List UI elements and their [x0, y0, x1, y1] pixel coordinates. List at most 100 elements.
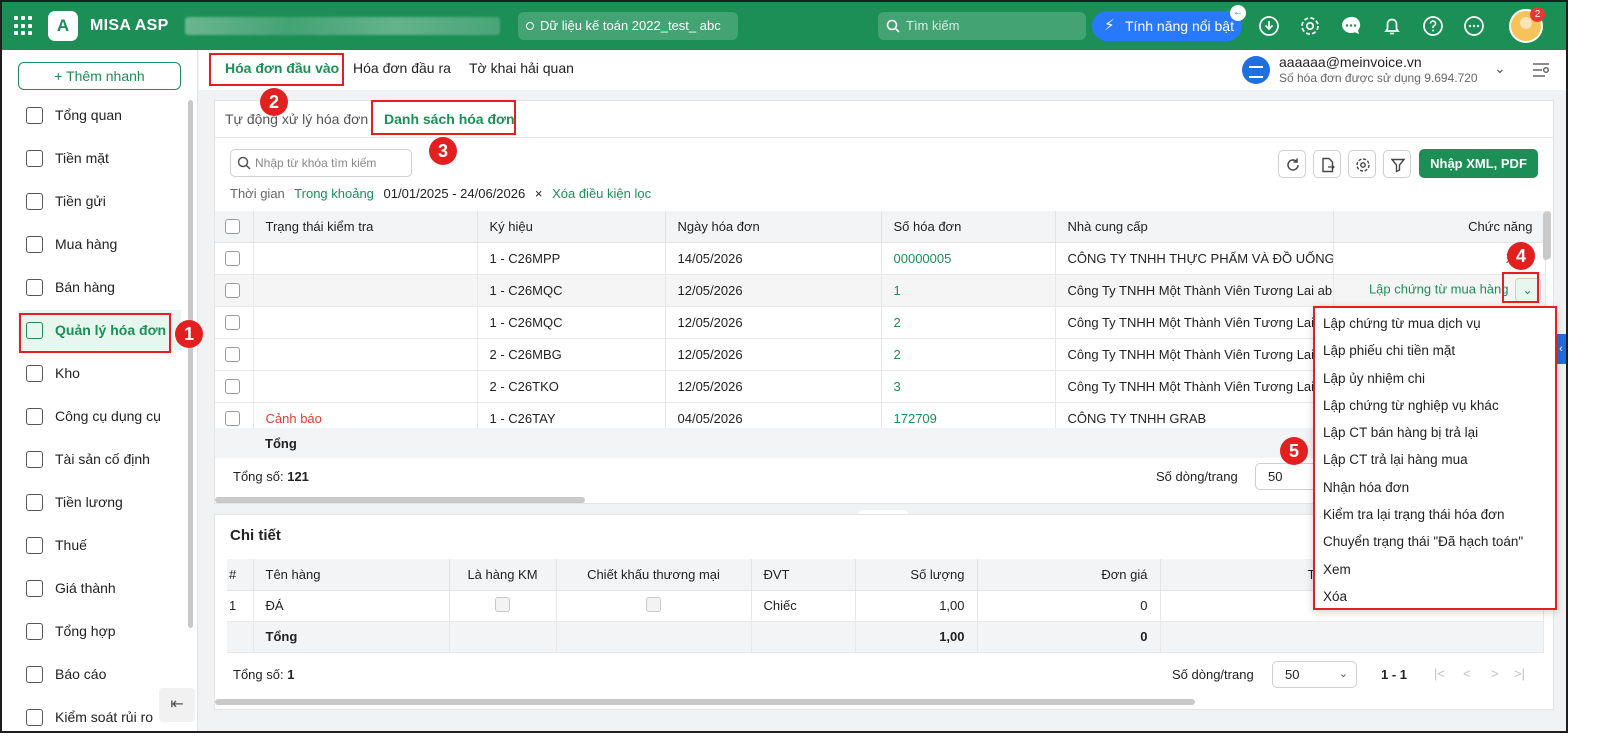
filter-mode-link[interactable]: Trong khoảng	[294, 186, 374, 201]
menu-item[interactable]: Xem	[1315, 556, 1555, 583]
sidebar-item-cash[interactable]: Tiền mặt	[18, 138, 181, 178]
quick-add-button[interactable]: + Thêm nhanh	[18, 62, 181, 90]
clear-filter-icon[interactable]: ×	[535, 186, 543, 201]
col-number[interactable]: Số hóa đơn	[881, 211, 1056, 243]
row-checkbox[interactable]	[225, 347, 240, 363]
sidebar-item-summary[interactable]: Tổng hợp	[18, 611, 181, 651]
sidebar-item-tax[interactable]: Thuế	[18, 525, 181, 565]
gear-icon[interactable]	[1299, 15, 1321, 37]
col-status[interactable]: Trạng thái kiểm tra	[253, 211, 478, 243]
sidebar-item-risk[interactable]: Kiểm soát rủi ro	[18, 697, 181, 731]
avatar[interactable]: 2	[1509, 7, 1545, 43]
sidebar-item-report[interactable]: Báo cáo	[18, 654, 181, 694]
apps-grid-icon[interactable]	[14, 16, 34, 36]
clear-filter-link[interactable]: Xóa điều kiện lọc	[552, 186, 651, 201]
filter-time-label: Thời gian	[230, 186, 285, 201]
row-checkbox[interactable]	[225, 283, 240, 299]
tab-output-invoices[interactable]: Hóa đơn đầu ra	[353, 60, 451, 76]
bell-icon[interactable]	[1381, 15, 1403, 37]
row-number[interactable]: 2	[881, 338, 1056, 371]
col-unit-price[interactable]: Đơn giá	[977, 559, 1161, 591]
sidebar-item-tools[interactable]: Công cụ dụng cụ	[18, 396, 181, 436]
sidebar-item-salary[interactable]: Tiền lương	[18, 482, 181, 522]
detail-item-name: ĐÁ	[253, 590, 450, 622]
row-number[interactable]: 00000005	[881, 242, 1056, 275]
detail-horizontal-scrollbar[interactable]	[215, 699, 1195, 705]
col-unit[interactable]: ĐVT	[751, 559, 856, 591]
settings-button[interactable]	[1348, 150, 1376, 178]
back-arrow-icon[interactable]: ←	[1230, 5, 1246, 21]
col-item-name[interactable]: Tên hàng	[253, 559, 450, 591]
tab-customs-declarations[interactable]: Tờ khai hải quan	[469, 60, 574, 76]
next-page-icon[interactable]: >	[1491, 666, 1499, 681]
featured-button[interactable]: ⚡ Tính năng nổi bật ←	[1092, 5, 1246, 41]
prev-page-icon[interactable]: <	[1463, 666, 1471, 681]
sidebar-item-bank[interactable]: Tiền gửi	[18, 181, 181, 221]
sidebar-item-shopping-bag[interactable]: Mua hàng	[18, 224, 181, 264]
import-xml-pdf-button[interactable]: Nhập XML, PDF	[1419, 149, 1538, 178]
horizontal-scrollbar[interactable]	[215, 497, 585, 503]
row-symbol: 1 - C26MPP	[477, 242, 666, 275]
database-selector[interactable]: Dữ liệu kế toán 2022_test_ abc	[518, 12, 738, 40]
sidebar-item-dashboard[interactable]: Tổng quan	[18, 95, 181, 135]
settings-list-icon[interactable]	[1531, 61, 1551, 79]
menu-item[interactable]: Kiểm tra lại trạng thái hóa đơn	[1315, 501, 1555, 528]
menu-item[interactable]: Lập chứng từ mua dịch vụ	[1315, 310, 1555, 337]
row-number[interactable]: 1	[881, 274, 1056, 307]
refresh-button[interactable]	[1278, 150, 1306, 178]
collapse-sidebar-icon[interactable]: ⇤	[159, 688, 195, 722]
sidebar-item-warehouse[interactable]: Kho	[18, 353, 181, 393]
global-search-input[interactable]: Tìm kiếm	[878, 12, 1086, 40]
col-discount[interactable]: Chiết khấu thương mại	[556, 559, 752, 591]
notification-badge: 2	[1530, 7, 1545, 22]
col-quantity[interactable]: Số lượng	[855, 559, 978, 591]
help-icon[interactable]	[1422, 15, 1444, 37]
invoice-table-header: Trạng thái kiểm tra Ký hiệu Ngày hóa đơn…	[215, 211, 1546, 243]
row-checkbox[interactable]	[225, 315, 240, 331]
export-button[interactable]	[1313, 150, 1341, 178]
detail-rows-per-page-select[interactable]: 50 ⌄	[1272, 661, 1357, 688]
page-scrollbar[interactable]	[1543, 212, 1549, 260]
sub-header: Hóa đơn đầu vào Hóa đơn đầu ra Tờ khai h…	[199, 50, 1566, 90]
sidebar-item-asset[interactable]: Tài sản cố định	[18, 439, 181, 479]
row-number[interactable]: 2	[881, 306, 1056, 339]
row-number[interactable]: 3	[881, 370, 1056, 403]
menu-item[interactable]: Lập chứng từ nghiệp vụ khác	[1315, 392, 1555, 419]
last-page-icon[interactable]: >|	[1514, 666, 1525, 681]
menu-item[interactable]: Lập CT trả lại hàng mua	[1315, 446, 1555, 473]
row-checkbox[interactable]	[225, 379, 240, 395]
search-icon	[237, 156, 251, 170]
table-row[interactable]: 1 - C26MPP 14/05/2026 00000005 CÔNG TY TNHH…	[215, 242, 1546, 275]
menu-item[interactable]: Nhận hóa đơn	[1315, 474, 1555, 501]
table-row[interactable]: 1 - C26MQC 12/05/2026 1 Công Ty TNHH Một Th…	[215, 274, 1546, 307]
download-icon[interactable]	[1258, 15, 1280, 37]
subtab-auto-process[interactable]: Tự động xử lý hóa đơn	[225, 111, 368, 127]
col-promo[interactable]: Là hàng KM	[449, 559, 557, 591]
menu-item[interactable]: Lập phiếu chi tiền mặt	[1315, 337, 1555, 364]
sidebar-scrollbar[interactable]	[188, 100, 193, 628]
chat-icon[interactable]	[1340, 15, 1362, 37]
avatar-face	[1520, 17, 1532, 29]
col-date[interactable]: Ngày hóa đơn	[665, 211, 882, 243]
menu-item[interactable]: Chuyển trạng thái "Đã hạch toán"	[1315, 528, 1555, 555]
row-checkbox[interactable]	[225, 251, 240, 267]
sidebar-item-cost[interactable]: Giá thành	[18, 568, 181, 608]
promo-checkbox[interactable]	[495, 596, 510, 612]
row-checkbox[interactable]	[225, 411, 240, 427]
menu-item[interactable]: Lập ủy nhiệm chi	[1315, 365, 1555, 392]
sidebar-item-cart[interactable]: Bán hàng	[18, 267, 181, 307]
discount-checkbox[interactable]	[646, 596, 661, 612]
create-purchase-voucher-link[interactable]: Lập chứng từ mua hàng	[1369, 281, 1509, 296]
chevron-down-icon[interactable]: ⌄	[1494, 60, 1506, 77]
filter-button[interactable]	[1383, 150, 1411, 178]
first-page-icon[interactable]: |<	[1434, 666, 1445, 681]
menu-item[interactable]: Lập CT bán hàng bị trả lại	[1315, 419, 1555, 446]
more-icon[interactable]	[1463, 15, 1485, 37]
select-all-checkbox[interactable]	[225, 219, 240, 235]
col-symbol[interactable]: Ký hiệu	[477, 211, 666, 243]
keyword-search-input[interactable]: Nhập từ khóa tìm kiếm	[230, 149, 412, 177]
col-supplier[interactable]: Nhà cung cấp	[1055, 211, 1334, 243]
menu-item[interactable]: Xóa	[1315, 583, 1555, 610]
salary-icon	[26, 494, 43, 511]
filter-date-range[interactable]: 01/01/2025 - 24/06/2026	[384, 186, 526, 201]
